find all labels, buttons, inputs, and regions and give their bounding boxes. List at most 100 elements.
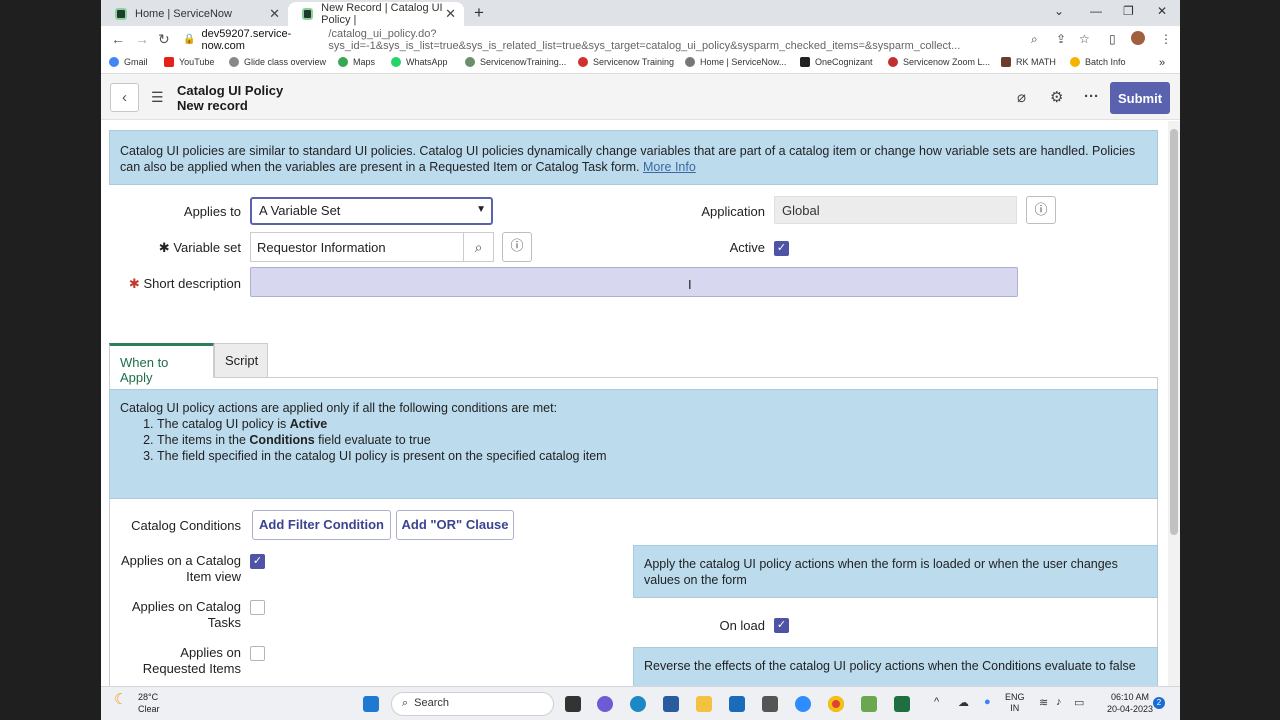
variable-set-info-icon[interactable]: ⓘ (502, 232, 532, 262)
file-explorer-icon[interactable] (696, 696, 712, 712)
short-description-input[interactable] (250, 267, 1018, 297)
bookmark-glide[interactable]: Glide class overview (229, 57, 326, 67)
variable-set-label-text: Variable set (173, 240, 241, 255)
search-icon: ⌕ (402, 697, 409, 709)
browser-tab-home[interactable]: Home | ServiceNow ✕ (101, 2, 288, 26)
list-item: The field specified in the catalog UI po… (157, 448, 1147, 464)
bookmark-gmail[interactable]: Gmail (109, 57, 148, 67)
menu-icon[interactable]: ⋮ (1160, 32, 1172, 46)
chrome-icon[interactable] (828, 696, 844, 712)
profile-avatar[interactable] (1131, 31, 1145, 45)
bookmark-youtube[interactable]: YouTube (164, 57, 214, 67)
forward-icon[interactable]: → (135, 31, 149, 47)
more-bookmarks-icon[interactable]: » (1159, 57, 1165, 69)
taskbar-search[interactable]: ⌕ Search (391, 692, 554, 716)
bookmark-label: WhatsApp (406, 57, 448, 67)
bookmark-home-sn[interactable]: Home | ServiceNow... (685, 57, 786, 67)
add-or-clause-button[interactable]: Add "OR" Clause (396, 510, 514, 540)
windows-start-icon[interactable] (363, 696, 379, 712)
info-message: Catalog UI policies are similar to stand… (109, 130, 1158, 185)
tab-script[interactable]: Script (214, 343, 268, 378)
required-icon: ✱ (128, 276, 144, 291)
share-icon[interactable]: ⇪ (1056, 32, 1066, 46)
url-field[interactable]: 🔒 dev59207.service-now.com/catalog_ui_po… (183, 28, 1033, 52)
tab-bar: Home | ServiceNow ✕ New Record | Catalog … (101, 0, 1180, 26)
restore-icon[interactable]: ❐ (1123, 4, 1134, 18)
tab-when-to-apply[interactable]: When to Apply (109, 343, 214, 385)
attachment-icon[interactable]: ⌀ (1017, 88, 1026, 106)
bookmark-maps[interactable]: Maps (338, 57, 375, 67)
bookmark-label: Servicenow Zoom L... (903, 57, 991, 67)
applies-on-requested-items-checkbox[interactable] (250, 646, 265, 661)
close-tab-icon[interactable]: ✕ (269, 6, 280, 22)
volume-icon[interactable]: ♪ (1056, 696, 1062, 708)
active-checkbox[interactable]: ✓ (774, 241, 789, 256)
applies-on-catalog-tasks-checkbox[interactable] (250, 600, 265, 615)
bookmark-rkmath[interactable]: RK MATH (1001, 57, 1056, 67)
bookmark-sn-training1[interactable]: ServicenowTraining... (465, 57, 566, 67)
record-table-title: Catalog UI Policy (177, 83, 284, 98)
bookmark-whatsapp[interactable]: WhatsApp (391, 57, 448, 67)
zoom-icon[interactable] (795, 696, 811, 712)
application-info-icon[interactable]: ⓘ (1026, 196, 1056, 224)
browser-tab-new-record[interactable]: New Record | Catalog UI Policy | ✕ (288, 2, 464, 26)
edge-icon[interactable] (630, 696, 646, 712)
language-indicator[interactable]: ENG IN (1005, 692, 1025, 714)
bookmark-star-icon[interactable]: ☆ (1079, 32, 1090, 46)
snipping-tool-icon[interactable] (762, 696, 778, 712)
on-load-checkbox[interactable]: ✓ (774, 618, 789, 633)
back-icon[interactable]: ← (111, 31, 125, 47)
close-tab-icon[interactable]: ✕ (445, 6, 456, 22)
reverse-if-false-info-message: Reverse the effects of the catalog UI po… (633, 647, 1158, 686)
microphone-icon[interactable]: ● (984, 696, 991, 708)
catalog-conditions-label: Catalog Conditions (131, 518, 241, 533)
conditions-info-message: Catalog UI policy actions are applied on… (109, 389, 1158, 499)
lock-icon: 🔒 (183, 34, 196, 45)
variable-set-field[interactable]: Requestor Information (250, 232, 464, 262)
section-tabs: When to Apply Script (109, 343, 1158, 385)
scrollbar-thumb[interactable] (1170, 129, 1178, 535)
more-options-icon[interactable]: ··· (1084, 88, 1099, 105)
on-load-info-message: Apply the catalog UI policy actions when… (633, 545, 1158, 598)
chat-icon[interactable] (597, 696, 613, 712)
conditions-list: The catalog UI policy is Active The item… (157, 416, 1147, 464)
new-tab-icon[interactable]: + (474, 3, 484, 23)
scrollbar[interactable] (1168, 121, 1180, 686)
more-info-link[interactable]: More Info (643, 160, 696, 174)
clock[interactable]: 06:10 AM 20-04-2023 (1107, 691, 1153, 715)
notepad-icon[interactable] (861, 696, 877, 712)
minimize-icon[interactable]: — (1090, 4, 1102, 18)
settings-sliders-icon[interactable]: ⚙ (1050, 88, 1063, 106)
notification-badge[interactable]: 2 (1153, 697, 1165, 709)
hamburger-menu-icon[interactable]: ☰ (151, 89, 164, 106)
back-button[interactable]: ‹ (110, 83, 139, 112)
bookmark-label: Gmail (124, 57, 148, 67)
excel-icon[interactable] (894, 696, 910, 712)
list-item: The items in the Conditions field evalua… (157, 432, 1147, 448)
bookmark-zoom[interactable]: Servicenow Zoom L... (888, 57, 990, 67)
reload-icon[interactable]: ↻ (158, 31, 170, 48)
applies-to-select[interactable]: A Variable Set ▼ (250, 197, 493, 225)
add-filter-condition-button[interactable]: Add Filter Condition (252, 510, 391, 540)
submit-button[interactable]: Submit (1110, 82, 1170, 114)
bookmark-sn-training2[interactable]: Servicenow Training (578, 57, 674, 67)
sidepanel-icon[interactable]: ▯ (1109, 32, 1116, 46)
task-view-icon[interactable] (565, 696, 581, 712)
mail-icon[interactable] (729, 696, 745, 712)
search-icon[interactable]: ⌕ (463, 232, 494, 262)
battery-icon[interactable]: ▭ (1074, 696, 1084, 709)
bookmark-label: Home | ServiceNow... (700, 57, 787, 67)
address-bar-row: ← → ↻ 🔒 dev59207.service-now.com/catalog… (101, 26, 1180, 53)
cloud-icon[interactable]: ☁ (958, 696, 969, 709)
weather-widget[interactable]: ☾ 28°C Clear (114, 691, 160, 715)
chevron-up-icon[interactable]: ^ (934, 696, 939, 708)
bookmark-onecognizant[interactable]: OneCognizant (800, 57, 873, 67)
applies-on-catalog-item-view-checkbox[interactable]: ✓ (250, 554, 265, 569)
applies-to-value: A Variable Set (259, 203, 341, 218)
tab-search-icon[interactable]: ⌄ (1054, 4, 1064, 18)
close-window-icon[interactable]: ✕ (1157, 4, 1167, 18)
zoom-icon[interactable]: ⌕ (1031, 32, 1038, 47)
bookmark-batchinfo[interactable]: Batch Info (1070, 57, 1126, 67)
wifi-icon[interactable]: ≋ (1039, 696, 1048, 709)
store-icon[interactable] (663, 696, 679, 712)
